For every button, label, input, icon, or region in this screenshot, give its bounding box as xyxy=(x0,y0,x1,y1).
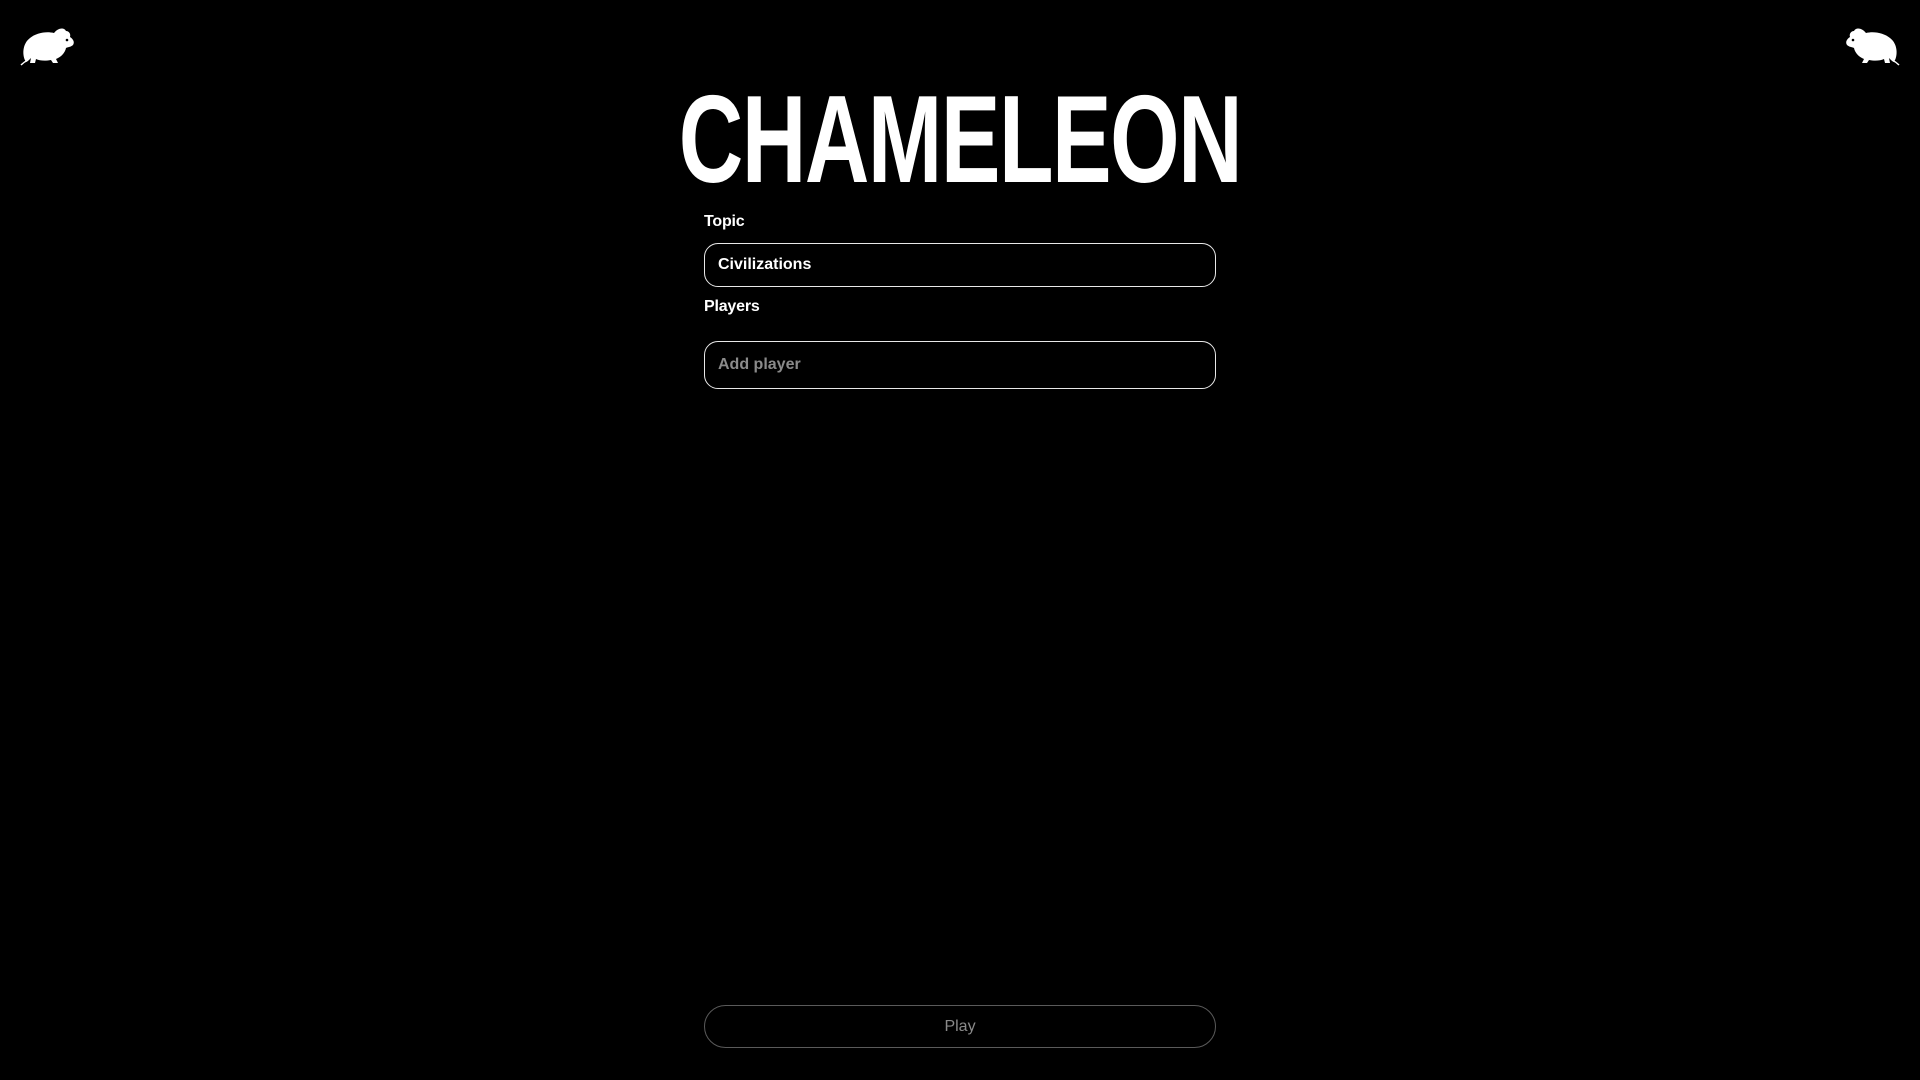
players-label: Players xyxy=(704,298,760,315)
add-player-input[interactable] xyxy=(704,341,1216,389)
game-setup-page: CHAMELEON Topic Players Play xyxy=(0,0,1920,1080)
topic-input[interactable] xyxy=(704,243,1216,287)
topic-label: Topic xyxy=(704,213,745,230)
play-button[interactable]: Play xyxy=(704,1005,1216,1048)
rat-icon xyxy=(1844,22,1900,66)
rat-icon xyxy=(20,22,76,66)
page-title: CHAMELEON xyxy=(678,71,1243,209)
